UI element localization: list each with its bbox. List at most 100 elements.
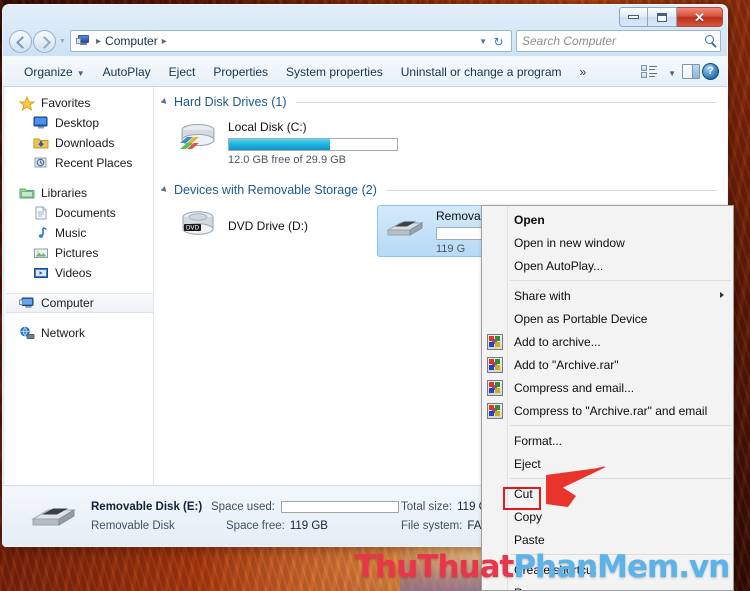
context-menu-item-label: Open AutoPlay... (514, 258, 604, 273)
watermark-part-1: Thu (355, 549, 418, 585)
space-free-value: 119 GB (289, 519, 328, 532)
search-placeholder: Search Computer (522, 34, 617, 48)
address-bar[interactable]: ▸ Computer ▸ ▼ ↻ (70, 30, 512, 52)
details-title: Removable Disk (E:) (91, 500, 203, 513)
search-icon (705, 35, 714, 44)
sidebar-item-recent-places[interactable]: Recent Places (3, 153, 153, 173)
window-controls: ✕ (619, 7, 723, 28)
toolbar-autoplay[interactable]: AutoPlay (94, 61, 160, 83)
network-icon (19, 326, 35, 341)
computer-icon (19, 296, 35, 311)
toolbar-overflow-chevrons[interactable]: » (571, 61, 596, 83)
total-size-label: Total size: (401, 500, 453, 513)
preview-pane-icon[interactable] (682, 64, 700, 79)
toolbar-eject[interactable]: Eject (160, 61, 205, 83)
context-menu-item-label: Open in new window (514, 235, 625, 250)
details-space-used-row: Space used: (211, 497, 401, 516)
sidebar-item-network[interactable]: Network (3, 323, 153, 343)
tile-name: Local Disk (C:) (228, 120, 307, 134)
context-menu-item-label: Share with (514, 288, 571, 303)
chevron-down-icon[interactable]: ▼ (479, 37, 487, 46)
watermark: ThuThuatPhanMem.vn (355, 549, 730, 585)
breadcrumb-computer[interactable]: Computer (105, 34, 158, 48)
sidebar-item-computer[interactable]: Computer (3, 293, 153, 313)
capacity-bar-fill (229, 139, 330, 150)
context-menu-item-label: Copy (514, 509, 543, 524)
toolbar-uninstall-or-change-a-program[interactable]: Uninstall or change a program (392, 61, 571, 83)
context-menu-separator (510, 280, 731, 281)
recent-places-icon (33, 156, 49, 171)
context-menu-separator (510, 425, 731, 426)
details-subtitle: Removable Disk (91, 519, 175, 532)
drive-tile-local-disk-c[interactable]: Local Disk (C:) 12.0 GB free of 29.9 GB (172, 117, 398, 169)
context-menu-item-open-in-new-window[interactable]: Open in new window (482, 231, 733, 254)
change-view-icon[interactable] (641, 64, 658, 79)
minimize-icon (628, 15, 639, 19)
toolbar-organize[interactable]: Organize ▼ (15, 61, 94, 83)
space-used-bar (280, 500, 399, 513)
context-menu-item-open-as-portable-device[interactable]: Open as Portable Device (482, 307, 733, 330)
toolbar-system-properties[interactable]: System properties (277, 61, 392, 83)
context-menu-item-label: Open (514, 212, 545, 227)
collapse-triangle-icon[interactable] (160, 98, 169, 106)
back-button[interactable] (9, 29, 32, 53)
context-menu: Open Open in new window Open AutoPlay... Sh… (481, 205, 734, 591)
capacity-bar (228, 138, 398, 151)
context-menu-item-label: Open as Portable Device (514, 311, 648, 326)
sidebar-label: Music (55, 226, 87, 240)
sidebar-item-downloads[interactable]: Downloads (3, 133, 153, 153)
downloads-icon (33, 136, 49, 151)
context-menu-item-format[interactable]: Format... (482, 429, 733, 452)
star-icon (18, 95, 36, 111)
context-menu-item-add-to-archive[interactable]: Add to archive... (482, 330, 733, 353)
context-menu-item-share-with[interactable]: Share with (482, 284, 733, 307)
context-menu-item-compress-to-archive-rar-and-email[interactable]: Compress to "Archive.rar" and email (482, 399, 733, 422)
sidebar-label: Computer (41, 296, 94, 310)
details-space-free-row: Space free: 119 GB (211, 516, 401, 535)
group-divider (295, 101, 717, 103)
sidebar-label: Desktop (55, 116, 100, 130)
sidebar-item-documents[interactable]: Documents (3, 203, 153, 223)
forward-button[interactable] (33, 29, 56, 53)
tile-text: Local Disk (C:) 12.0 GB free of 29.9 GB (228, 119, 398, 166)
winrar-icon (487, 403, 503, 419)
sidebar-item-libraries[interactable]: Libraries (3, 183, 153, 203)
history-dropdown-icon[interactable]: ▼ (57, 31, 68, 51)
sidebar-item-videos[interactable]: Videos (3, 263, 153, 283)
group-header-hard-disk-drives[interactable]: Hard Disk Drives (1) (154, 87, 727, 111)
watermark-part-4: .vn (678, 549, 730, 585)
context-menu-item-open[interactable]: Open (482, 208, 733, 231)
sidebar-item-desktop[interactable]: Desktop (3, 113, 153, 133)
context-menu-item-label: Compress and email... (514, 380, 635, 395)
space-free-label: Space free: (226, 519, 285, 532)
sidebar-item-pictures[interactable]: Pictures (3, 243, 153, 263)
group-header-devices-with-removable-storage[interactable]: Devices with Removable Storage (2) (154, 169, 727, 199)
search-input[interactable]: Search Computer (516, 30, 721, 52)
context-menu-item-add-to-archive-rar[interactable]: Add to "Archive.rar" (482, 353, 733, 376)
sidebar-item-favorites[interactable]: Favorites (3, 93, 153, 113)
libraries-icon (19, 186, 35, 201)
details-space-column: Space used: Space free: 119 GB (211, 497, 401, 535)
breadcrumb-separator-2[interactable]: ▸ (162, 36, 167, 47)
watermark-part-3: PhanMem (513, 549, 679, 585)
toolbar-properties[interactable]: Properties (204, 61, 277, 83)
close-button[interactable]: ✕ (677, 7, 723, 27)
refresh-icon[interactable]: ↻ (490, 33, 507, 50)
view-dropdown-caret[interactable]: ▼ (660, 63, 680, 81)
winrar-icon (487, 357, 503, 373)
context-menu-item-open-autoplay[interactable]: Open AutoPlay... (482, 254, 733, 277)
collapse-triangle-icon[interactable] (160, 186, 169, 194)
sidebar-item-music[interactable]: Music (3, 223, 153, 243)
tile-name: DVD Drive (D:) (228, 219, 308, 233)
sidebar-label: Network (41, 326, 86, 340)
sidebar-label: Favorites (41, 96, 91, 110)
minimize-button[interactable] (619, 7, 648, 27)
drive-tile-dvd-drive-d[interactable]: DVD DVD Drive (D:) (172, 205, 377, 257)
maximize-button[interactable] (648, 7, 677, 27)
context-menu-item-paste[interactable]: Paste (482, 528, 733, 551)
context-menu-item-compress-and-email[interactable]: Compress and email... (482, 376, 733, 399)
help-icon[interactable]: ? (702, 63, 719, 80)
pane-edge (3, 87, 6, 485)
